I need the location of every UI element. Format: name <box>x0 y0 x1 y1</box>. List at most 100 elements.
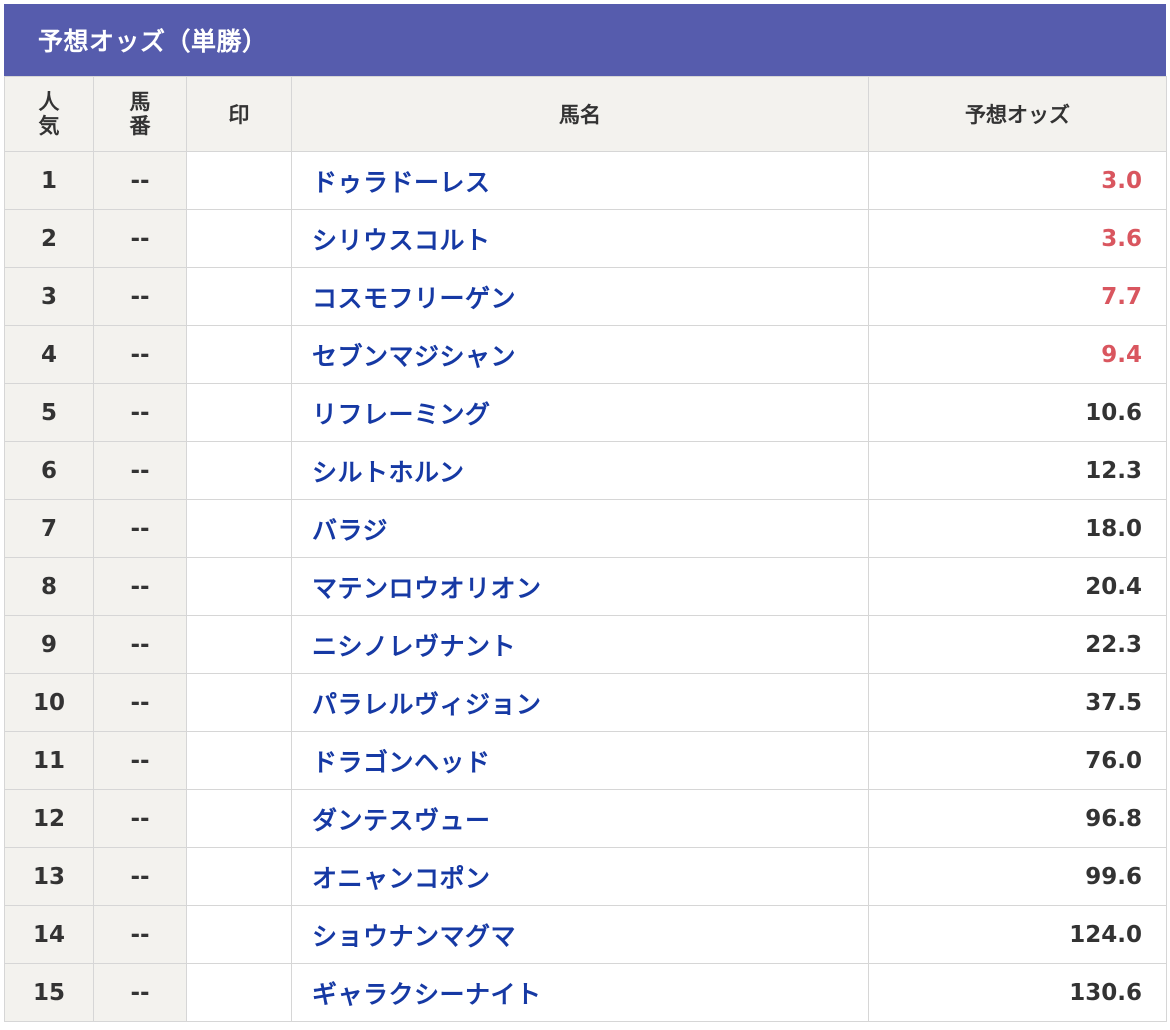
horse-name-cell: コスモフリーゲン <box>291 267 869 326</box>
prediction-mark[interactable] <box>186 383 292 442</box>
horse-name-link[interactable]: ダンテスヴュー <box>312 806 491 835</box>
horse-name-link[interactable]: シリウスコルト <box>312 226 491 255</box>
horse-number: -- <box>93 441 187 500</box>
horse-name-link[interactable]: シルトホルン <box>312 458 465 487</box>
prediction-mark[interactable] <box>186 499 292 558</box>
popularity-rank: 12 <box>4 789 94 848</box>
table-row: 4 -- セブンマジシャン 9.4 <box>4 325 1167 384</box>
table-row: 1 -- ドゥラドーレス 3.0 <box>4 151 1167 210</box>
table-row: 10 -- パラレルヴィジョン 37.5 <box>4 673 1167 732</box>
horse-name-link[interactable]: ショウナンマグマ <box>312 922 516 951</box>
table-row: 9 -- ニシノレヴナント 22.3 <box>4 615 1167 674</box>
odds-value: 124.0 <box>868 905 1167 964</box>
horse-name-link[interactable]: ドラゴンヘッド <box>312 748 491 777</box>
prediction-mark[interactable] <box>186 847 292 906</box>
horse-number: -- <box>93 731 187 790</box>
prediction-mark[interactable] <box>186 615 292 674</box>
popularity-rank: 11 <box>4 731 94 790</box>
odds-value: 37.5 <box>868 673 1167 732</box>
horse-name-cell: シルトホルン <box>291 441 869 500</box>
prediction-mark[interactable] <box>186 731 292 790</box>
horse-number: -- <box>93 673 187 732</box>
horse-number: -- <box>93 209 187 268</box>
prediction-mark[interactable] <box>186 209 292 268</box>
odds-panel: 予想オッズ（単勝） 人 気 馬 番 印 馬名 予想オッズ 1 -- ドゥラドーレ… <box>4 4 1167 1022</box>
horse-name-cell: パラレルヴィジョン <box>291 673 869 732</box>
popularity-rank: 4 <box>4 325 94 384</box>
horse-name-cell: ギャラクシーナイト <box>291 963 869 1022</box>
odds-table-body: 1 -- ドゥラドーレス 3.0 2 -- シリウスコルト 3.6 3 -- コスモフリーゲン 7.7… <box>4 151 1167 1022</box>
prediction-mark[interactable] <box>186 963 292 1022</box>
table-row: 7 -- バラジ 18.0 <box>4 499 1167 558</box>
odds-table: 人 気 馬 番 印 馬名 予想オッズ 1 -- ドゥラドーレス 3.0 2 -- シリウスコ… <box>4 76 1167 1022</box>
horse-number: -- <box>93 383 187 442</box>
horse-number: -- <box>93 267 187 326</box>
horse-name-cell: ダンテスヴュー <box>291 789 869 848</box>
horse-name-link[interactable]: コスモフリーゲン <box>312 284 516 313</box>
header-mark: 印 <box>186 76 292 152</box>
header-horse-name: 馬名 <box>291 76 869 152</box>
horse-name-link[interactable]: ドゥラドーレス <box>312 168 491 197</box>
header-horse-number-line1: 馬 <box>129 90 151 114</box>
odds-value: 3.0 <box>868 151 1167 210</box>
odds-value: 10.6 <box>868 383 1167 442</box>
table-row: 3 -- コスモフリーゲン 7.7 <box>4 267 1167 326</box>
popularity-rank: 1 <box>4 151 94 210</box>
horse-name-link[interactable]: バラジ <box>312 516 388 545</box>
odds-value: 12.3 <box>868 441 1167 500</box>
horse-name-cell: オニャンコポン <box>291 847 869 906</box>
horse-name-cell: ドゥラドーレス <box>291 151 869 210</box>
prediction-mark[interactable] <box>186 905 292 964</box>
table-row: 14 -- ショウナンマグマ 124.0 <box>4 905 1167 964</box>
horse-name-cell: バラジ <box>291 499 869 558</box>
prediction-mark[interactable] <box>186 789 292 848</box>
horse-number: -- <box>93 847 187 906</box>
panel-title: 予想オッズ（単勝） <box>4 4 1166 76</box>
horse-name-link[interactable]: オニャンコポン <box>312 864 491 893</box>
horse-number: -- <box>93 557 187 616</box>
popularity-rank: 15 <box>4 963 94 1022</box>
odds-value: 3.6 <box>868 209 1167 268</box>
horse-number: -- <box>93 963 187 1022</box>
horse-name-link[interactable]: リフレーミング <box>312 400 491 429</box>
header-horse-number-line2: 番 <box>129 114 151 138</box>
horse-name-cell: マテンロウオリオン <box>291 557 869 616</box>
horse-number: -- <box>93 151 187 210</box>
horse-name-link[interactable]: セブンマジシャン <box>312 342 516 371</box>
horse-name-link[interactable]: ニシノレヴナント <box>312 632 516 661</box>
horse-name-link[interactable]: マテンロウオリオン <box>312 574 542 603</box>
odds-value: 7.7 <box>868 267 1167 326</box>
header-row: 人 気 馬 番 印 馬名 予想オッズ <box>4 76 1167 152</box>
table-row: 6 -- シルトホルン 12.3 <box>4 441 1167 500</box>
odds-value: 18.0 <box>868 499 1167 558</box>
horse-name-cell: ショウナンマグマ <box>291 905 869 964</box>
odds-value: 22.3 <box>868 615 1167 674</box>
odds-value: 99.6 <box>868 847 1167 906</box>
prediction-mark[interactable] <box>186 673 292 732</box>
prediction-mark[interactable] <box>186 557 292 616</box>
horse-number: -- <box>93 615 187 674</box>
horse-name-cell: ドラゴンヘッド <box>291 731 869 790</box>
popularity-rank: 6 <box>4 441 94 500</box>
header-popularity-line2: 気 <box>38 114 60 138</box>
prediction-mark[interactable] <box>186 151 292 210</box>
odds-value: 9.4 <box>868 325 1167 384</box>
horse-name-link[interactable]: パラレルヴィジョン <box>312 690 542 719</box>
header-popularity: 人 気 <box>4 76 94 152</box>
table-row: 8 -- マテンロウオリオン 20.4 <box>4 557 1167 616</box>
prediction-mark[interactable] <box>186 325 292 384</box>
popularity-rank: 7 <box>4 499 94 558</box>
header-odds: 予想オッズ <box>868 76 1167 152</box>
table-row: 2 -- シリウスコルト 3.6 <box>4 209 1167 268</box>
prediction-mark[interactable] <box>186 267 292 326</box>
popularity-rank: 10 <box>4 673 94 732</box>
popularity-rank: 5 <box>4 383 94 442</box>
header-popularity-line1: 人 <box>38 90 60 114</box>
horse-name-link[interactable]: ギャラクシーナイト <box>312 980 542 1009</box>
popularity-rank: 9 <box>4 615 94 674</box>
popularity-rank: 3 <box>4 267 94 326</box>
prediction-mark[interactable] <box>186 441 292 500</box>
table-row: 15 -- ギャラクシーナイト 130.6 <box>4 963 1167 1022</box>
odds-value: 130.6 <box>868 963 1167 1022</box>
table-row: 12 -- ダンテスヴュー 96.8 <box>4 789 1167 848</box>
